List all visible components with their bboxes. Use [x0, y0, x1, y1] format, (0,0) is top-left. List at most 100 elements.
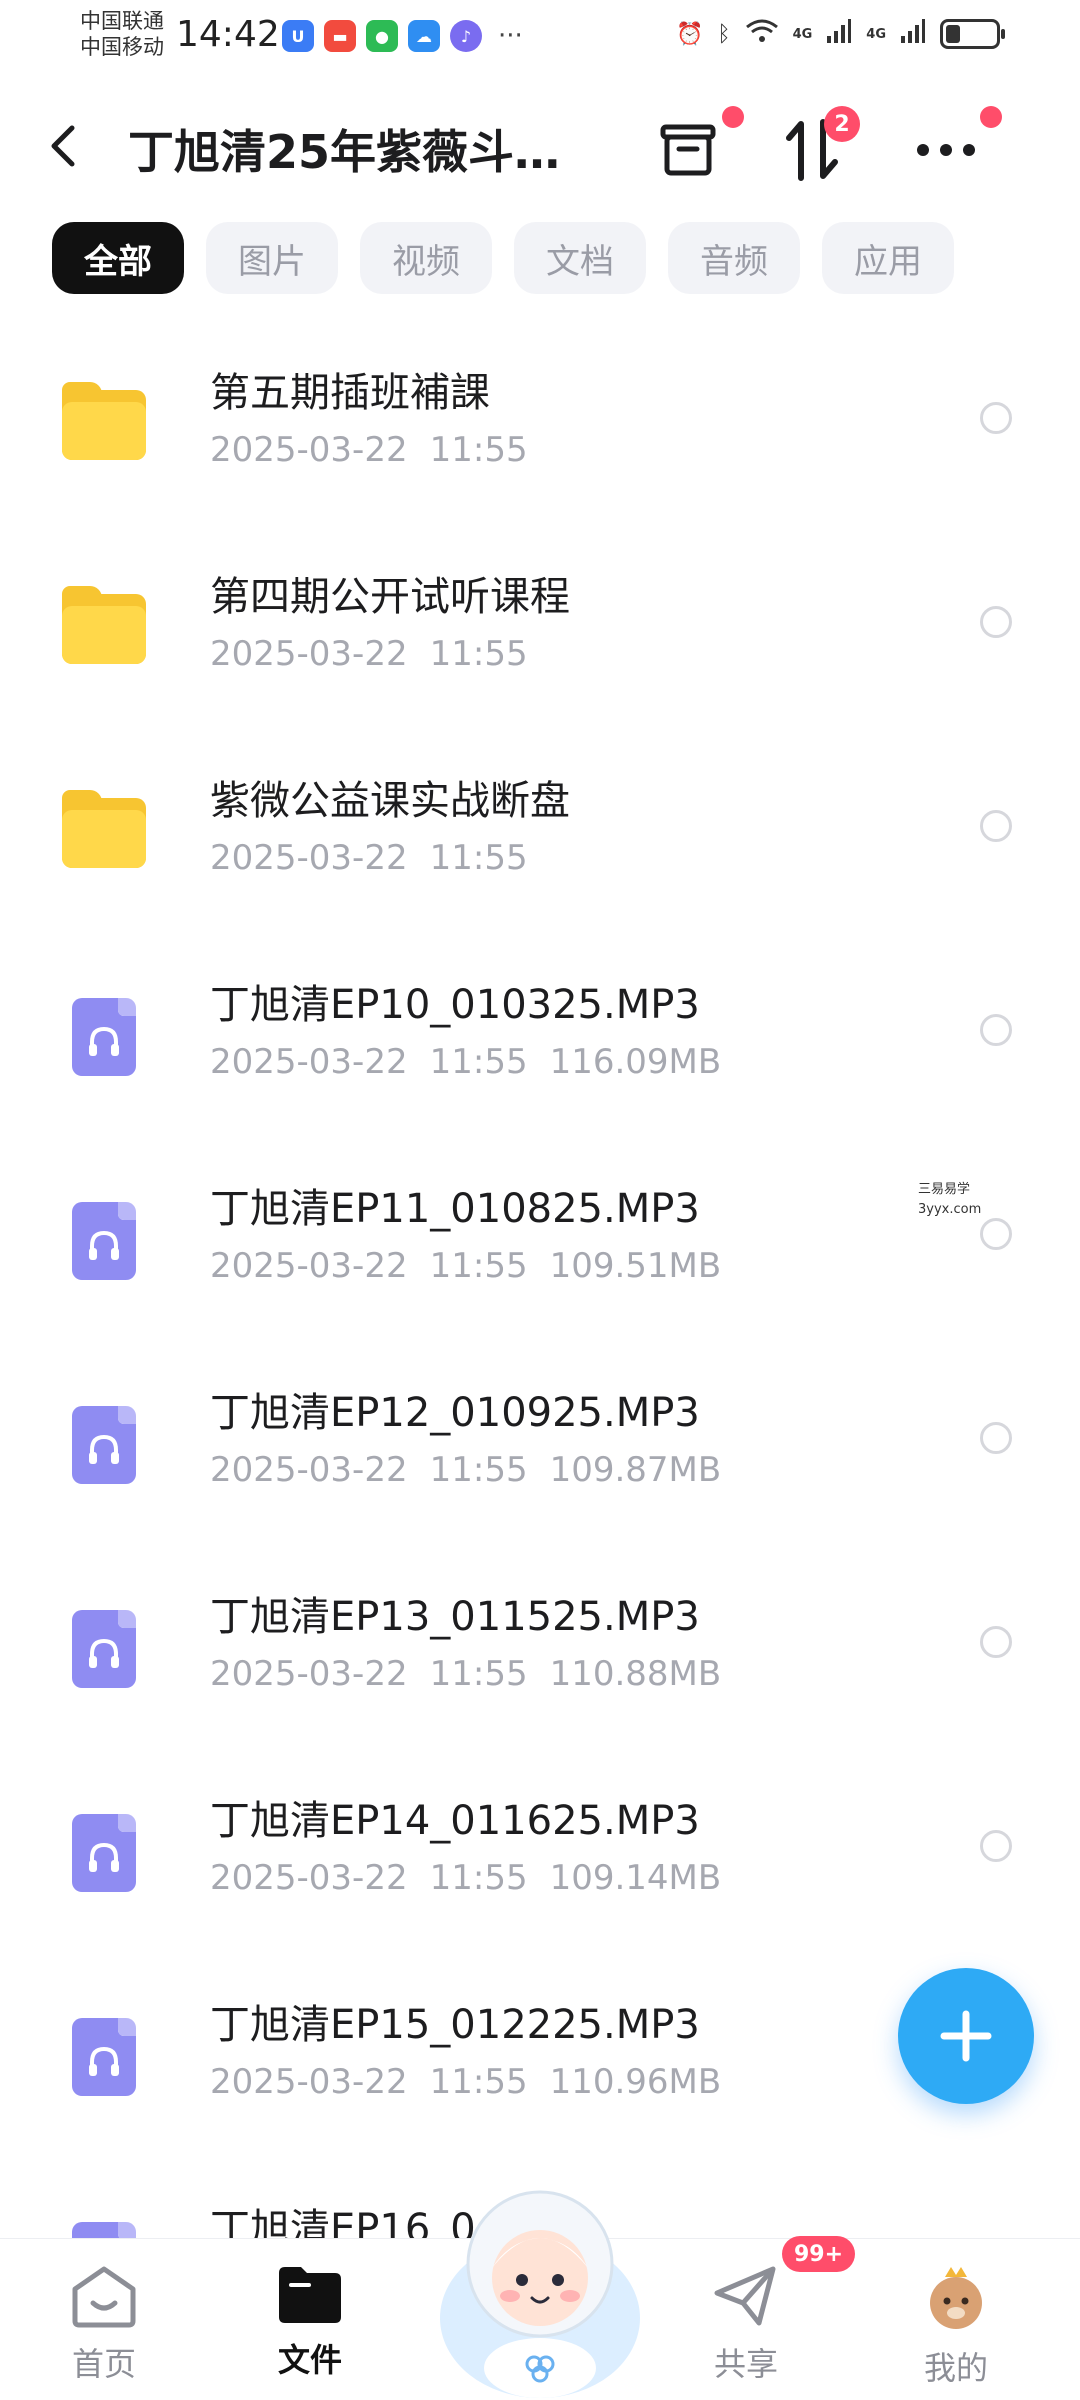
select-radio[interactable] — [980, 1830, 1012, 1862]
file-meta: 2025-03-22 11:55 — [210, 430, 550, 470]
file-date: 2025-03-22 — [210, 2062, 408, 2102]
file-name: 丁旭清EP15_012225.MP3 — [210, 2002, 700, 2048]
file-row[interactable]: 丁旭清EP13_011525.MP3 2025-03-22 11:55 110.88M… — [0, 1554, 1080, 1758]
file-time: 11:55 — [429, 1246, 528, 1286]
file-row[interactable]: 丁旭清EP12_010925.MP3 2025-03-22 11:55 109.87M… — [0, 1350, 1080, 1554]
file-meta: 2025-03-22 11:55 110.88MB — [210, 1654, 743, 1694]
file-date: 2025-03-22 — [210, 1246, 408, 1286]
file-meta: 2025-03-22 11:55 109.51MB — [210, 1246, 743, 1286]
select-radio[interactable] — [980, 810, 1012, 842]
file-time: 11:55 — [429, 1654, 528, 1694]
file-size: 109.51MB — [549, 1246, 722, 1286]
page-title: 丁旭清25年紫薇斗… — [128, 125, 561, 179]
audio-file-icon — [58, 990, 150, 1082]
archive-notification-dot — [722, 106, 744, 128]
store-notification-icon: ▬ — [324, 20, 356, 52]
folder-icon — [58, 582, 150, 674]
file-date: 2025-03-22 — [210, 1858, 408, 1898]
share-count-badge: 99+ — [782, 2236, 856, 2272]
folder-icon — [279, 2267, 341, 2323]
file-size: 116.09MB — [549, 1042, 722, 1082]
file-meta: 2025-03-22 11:55 — [210, 634, 550, 674]
file-time: 11:55 — [429, 1858, 528, 1898]
music-icon: ♪ — [450, 20, 482, 52]
file-meta: 2025-03-22 11:55 109.87MB — [210, 1450, 743, 1490]
filter-chip[interactable]: 文档 — [514, 222, 646, 294]
nav-home[interactable]: 首页 — [24, 2263, 184, 2393]
file-date: 2025-03-22 — [210, 1654, 408, 1694]
wifi-icon — [745, 18, 779, 50]
file-meta: 2025-03-22 11:55 109.14MB — [210, 1858, 743, 1898]
file-name: 第四期公开试听课程 — [210, 574, 570, 620]
assistant-mascot-button[interactable] — [430, 2168, 650, 2400]
file-name: 第五期插班補課 — [210, 370, 490, 416]
nav-home-label: 首页 — [71, 2345, 136, 2383]
watermark: 三易易学 3yyx.com — [918, 1180, 981, 1220]
file-time: 11:55 — [429, 1042, 528, 1082]
chevron-left-icon — [51, 125, 75, 167]
more-options-button[interactable] — [906, 106, 1002, 190]
nav-mine[interactable]: 我的 — [876, 2263, 1036, 2393]
file-size: 110.96MB — [549, 2062, 722, 2102]
nav-share-label: 共享 — [713, 2345, 778, 2383]
file-name: 丁旭清EP12_010925.MP3 — [210, 1390, 700, 1436]
archive-button[interactable] — [648, 106, 744, 190]
home-icon — [72, 2266, 136, 2328]
file-date: 2025-03-22 — [210, 430, 408, 470]
more-horizontal-icon — [917, 144, 975, 156]
bluetooth-icon: ᛒ — [717, 21, 731, 47]
network-type-2: 4G — [866, 26, 886, 42]
nav-files-label: 文件 — [277, 2341, 342, 2379]
filter-chip[interactable]: 全部 — [52, 222, 184, 294]
file-row[interactable]: 丁旭清EP10_010325.MP3 2025-03-22 11:55 116.09M… — [0, 942, 1080, 1146]
system-status-icons: ⏰ ᛒ 4G 4G — [675, 18, 1005, 50]
watermark-line-1: 三易易学 — [918, 1182, 971, 1197]
app-notification-icon: U — [282, 20, 314, 52]
top-app-bar: 丁旭清25年紫薇斗… 2 — [0, 90, 1080, 200]
plus-icon — [940, 2010, 992, 2062]
file-name: 紫微公益课实战断盘 — [210, 778, 570, 824]
folder-row[interactable]: 第四期公开试听课程 2025-03-22 11:55 — [0, 534, 1080, 738]
filter-chip[interactable]: 视频 — [360, 222, 492, 294]
status-bar: 中国联通 中国移动 14:42 U ▬ ● ☁ ♪ ··· ⏰ ᛒ 4G 4G — [0, 0, 1080, 70]
file-name: 丁旭清EP13_011525.MP3 — [210, 1594, 700, 1640]
avatar-icon — [930, 2267, 982, 2329]
transfer-button[interactable]: 2 — [772, 106, 860, 190]
battery-icon — [940, 19, 1005, 49]
file-row[interactable]: 丁旭清EP14_011625.MP3 2025-03-22 11:55 109.14M… — [0, 1758, 1080, 1962]
file-size: 110.88MB — [549, 1654, 722, 1694]
alarm-icon: ⏰ — [675, 21, 704, 47]
file-time: 11:55 — [429, 634, 528, 674]
select-radio[interactable] — [980, 606, 1012, 638]
folder-icon — [58, 378, 150, 470]
select-radio[interactable] — [980, 1014, 1012, 1046]
file-row[interactable]: 丁旭清EP11_010825.MP3 2025-03-22 11:55 109.51M… — [0, 1146, 1080, 1350]
filter-tabs: 全部 图片 视频 文档 音频 应用 — [52, 222, 954, 294]
file-time: 11:55 — [429, 838, 528, 878]
file-date: 2025-03-22 — [210, 1450, 408, 1490]
select-radio[interactable] — [980, 402, 1012, 434]
file-date: 2025-03-22 — [210, 634, 408, 674]
nav-share[interactable]: 共享 — [666, 2263, 826, 2393]
filter-chip[interactable]: 音频 — [668, 222, 800, 294]
more-notification-dot — [980, 106, 1002, 128]
nav-files[interactable]: 文件 — [230, 2263, 390, 2393]
file-date: 2025-03-22 — [210, 1042, 408, 1082]
back-button[interactable] — [48, 118, 92, 174]
folder-icon — [58, 786, 150, 878]
folder-row[interactable]: 第五期插班補課 2025-03-22 11:55 — [0, 330, 1080, 534]
file-time: 11:55 — [429, 2062, 528, 2102]
wechat-icon: ● — [366, 20, 398, 52]
file-meta: 2025-03-22 11:55 110.96MB — [210, 2062, 743, 2102]
select-radio[interactable] — [980, 1218, 1012, 1250]
filter-chip[interactable]: 应用 — [822, 222, 954, 294]
add-button[interactable] — [898, 1968, 1034, 2104]
filter-chip[interactable]: 图片 — [206, 222, 338, 294]
audio-file-icon — [58, 1398, 150, 1490]
select-radio[interactable] — [980, 1422, 1012, 1454]
file-time: 11:55 — [429, 1450, 528, 1490]
folder-row[interactable]: 紫微公益课实战断盘 2025-03-22 11:55 — [0, 738, 1080, 942]
select-radio[interactable] — [980, 1626, 1012, 1658]
carrier-1: 中国联通 — [80, 9, 164, 33]
file-name: 丁旭清EP14_011625.MP3 — [210, 1798, 700, 1844]
